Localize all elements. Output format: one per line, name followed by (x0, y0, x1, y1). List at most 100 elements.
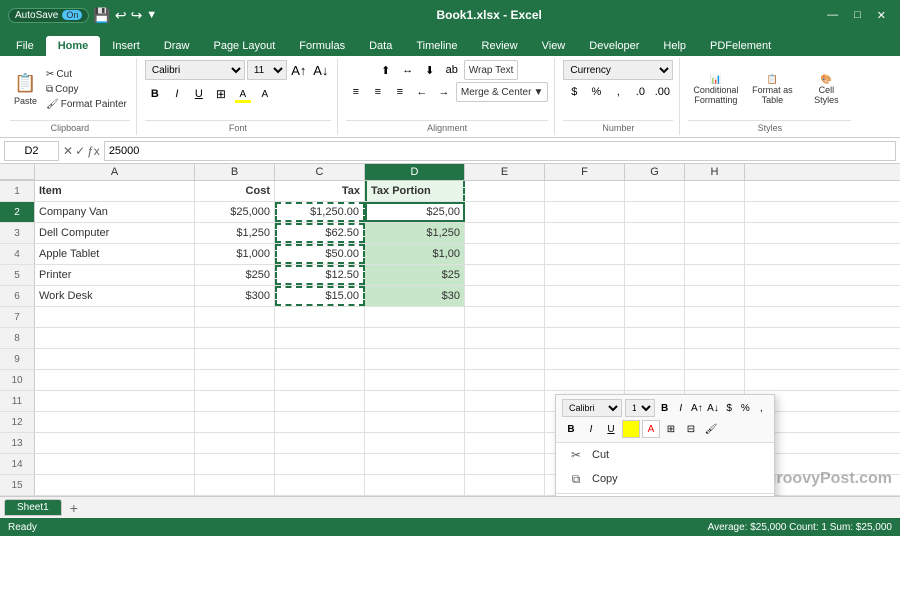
cell-h3[interactable] (685, 223, 745, 243)
cell-d12[interactable] (365, 412, 465, 432)
number-format-select[interactable]: Currency (563, 60, 673, 80)
row-num-6[interactable]: 6 (0, 286, 35, 306)
cell-a5[interactable]: Printer (35, 265, 195, 285)
align-left-btn[interactable]: ≡ (346, 82, 366, 102)
align-bottom-btn[interactable]: ⬇ (420, 60, 440, 80)
cell-h6[interactable] (685, 286, 745, 306)
cell-c15[interactable] (275, 475, 365, 495)
context-menu-copy[interactable]: ⧉ Copy (556, 467, 774, 491)
cell-a13[interactable] (35, 433, 195, 453)
cell-f3[interactable] (545, 223, 625, 243)
mini-percent-btn[interactable]: % (739, 399, 752, 417)
cell-d3[interactable]: $1,250 (365, 223, 465, 243)
cell-d8[interactable] (365, 328, 465, 348)
cell-b7[interactable] (195, 307, 275, 327)
cell-d7[interactable] (365, 307, 465, 327)
context-menu-cut[interactable]: ✂ Cut (556, 443, 774, 467)
cell-h2[interactable] (685, 202, 745, 222)
cell-e15[interactable] (465, 475, 545, 495)
row-num-8[interactable]: 8 (0, 328, 35, 348)
cell-c8[interactable] (275, 328, 365, 348)
tab-insert[interactable]: Insert (100, 36, 152, 56)
row-num-3[interactable]: 3 (0, 223, 35, 243)
cell-c4[interactable]: $50.00 (275, 244, 365, 264)
tab-page-layout[interactable]: Page Layout (201, 36, 287, 56)
cell-f9[interactable] (545, 349, 625, 369)
cell-styles-button[interactable]: 🎨 Cell Styles (801, 62, 851, 116)
cell-a7[interactable] (35, 307, 195, 327)
cell-g5[interactable] (625, 265, 685, 285)
maximize-btn[interactable]: □ (848, 9, 867, 21)
cell-f1[interactable] (545, 181, 625, 201)
col-header-f[interactable]: F (545, 164, 625, 180)
cell-c6[interactable]: $15.00 (275, 286, 365, 306)
mini-merge-btn[interactable]: ⊟ (682, 420, 700, 438)
row-num-10[interactable]: 10 (0, 370, 35, 390)
tab-help[interactable]: Help (651, 36, 698, 56)
cell-b3[interactable]: $1,250 (195, 223, 275, 243)
cell-c1[interactable]: Tax (275, 181, 365, 201)
cell-g6[interactable] (625, 286, 685, 306)
cell-ref-input[interactable] (4, 141, 59, 161)
cell-b9[interactable] (195, 349, 275, 369)
cell-d14[interactable] (365, 454, 465, 474)
format-painter-button[interactable]: 🖌Format Painter (43, 98, 130, 111)
cell-a12[interactable] (35, 412, 195, 432)
italic-button[interactable]: I (167, 84, 187, 104)
sheet-tab-1[interactable]: Sheet1 (4, 499, 62, 516)
wrap-text-button[interactable]: Wrap Text (464, 60, 519, 80)
cell-a10[interactable] (35, 370, 195, 390)
cell-c11[interactable] (275, 391, 365, 411)
align-right-btn[interactable]: ≡ (390, 82, 410, 102)
merge-center-button[interactable]: Merge & Center ▼ (456, 82, 549, 102)
cell-g7[interactable] (625, 307, 685, 327)
cell-h7[interactable] (685, 307, 745, 327)
cell-d11[interactable] (365, 391, 465, 411)
close-btn[interactable]: ✕ (871, 9, 892, 22)
text-orient-btn[interactable]: ab (442, 60, 462, 80)
fill-color-button[interactable]: A (233, 84, 253, 104)
cell-a15[interactable] (35, 475, 195, 495)
insert-function-icon[interactable]: ƒx (87, 144, 100, 158)
col-header-e[interactable]: E (465, 164, 545, 180)
cell-a8[interactable] (35, 328, 195, 348)
tab-home[interactable]: Home (46, 36, 101, 56)
cell-a3[interactable]: Dell Computer (35, 223, 195, 243)
cell-d10[interactable] (365, 370, 465, 390)
paste-button[interactable]: 📋 Paste (10, 62, 41, 116)
row-num-13[interactable]: 13 (0, 433, 35, 453)
cancel-formula-icon[interactable]: ✕ (63, 144, 73, 158)
row-num-9[interactable]: 9 (0, 349, 35, 369)
cell-e14[interactable] (465, 454, 545, 474)
cell-e5[interactable] (465, 265, 545, 285)
cell-g8[interactable] (625, 328, 685, 348)
mini-bold-btn[interactable]: B (658, 399, 671, 417)
mini-border-btn[interactable]: ⊞ (662, 420, 680, 438)
quick-access-more[interactable]: ▼ (146, 9, 157, 21)
decrease-indent-btn[interactable]: ← (412, 82, 432, 102)
cell-h10[interactable] (685, 370, 745, 390)
cell-f5[interactable] (545, 265, 625, 285)
mini-italic2-btn[interactable]: I (582, 420, 600, 438)
mini-italic-btn[interactable]: I (674, 399, 687, 417)
redo-icon[interactable]: ↪ (131, 7, 143, 24)
cell-e9[interactable] (465, 349, 545, 369)
col-header-b[interactable]: B (195, 164, 275, 180)
cell-b2[interactable]: $25,000 (195, 202, 275, 222)
tab-data[interactable]: Data (357, 36, 404, 56)
copy-button[interactable]: ⧉Copy (43, 83, 130, 96)
cell-c3[interactable]: $62.50 (275, 223, 365, 243)
mini-font-select[interactable]: Calibri (562, 399, 622, 417)
autosave-toggle[interactable]: AutoSave On (8, 8, 89, 23)
col-header-g[interactable]: G (625, 164, 685, 180)
cell-g1[interactable] (625, 181, 685, 201)
comma-btn[interactable]: , (608, 82, 628, 102)
cell-a4[interactable]: Apple Tablet (35, 244, 195, 264)
cell-a6[interactable]: Work Desk (35, 286, 195, 306)
confirm-formula-icon[interactable]: ✓ (75, 144, 85, 158)
cell-c2[interactable]: $1,250.00 (275, 202, 365, 222)
conditional-formatting-button[interactable]: 📊 ConditionalFormatting (688, 62, 743, 116)
cell-e6[interactable] (465, 286, 545, 306)
cell-e12[interactable] (465, 412, 545, 432)
cell-b12[interactable] (195, 412, 275, 432)
